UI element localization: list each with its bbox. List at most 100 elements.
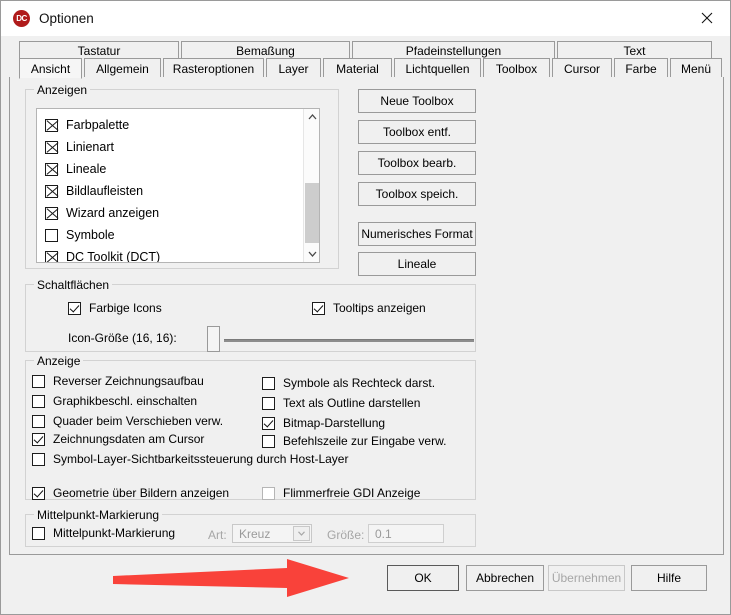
checkbox-geometrie-ueber-bildern[interactable] [32,487,45,500]
button-label: Abbrechen [476,571,534,585]
list-item-label: Linienart [66,140,114,154]
tab-menue[interactable]: Menü [670,58,722,78]
tab-ansicht[interactable]: Ansicht [19,58,82,79]
checkbox-row-zeichnungsdaten-cursor[interactable]: Zeichnungsdaten am Cursor [32,432,204,446]
tab-toolbox[interactable]: Toolbox [483,58,550,78]
tab-farbe[interactable]: Farbe [614,58,668,78]
list-item[interactable]: Lineale [37,158,319,180]
checkbox-symbole-als-rechteck[interactable] [262,377,275,390]
checkbox-row-mittelpunkt-markierung[interactable]: Mittelpunkt-Markierung [32,526,175,540]
chevron-down-icon[interactable] [293,526,310,541]
checkbox-row-symbol-layer-sichtbarkeit[interactable]: Symbol-Layer-Sichtbarkeitssteuerung durc… [32,452,348,466]
checkbox-farbpalette[interactable] [45,119,58,132]
icon-size-label-text: Icon-Größe (16, 16): [68,331,177,345]
listbox-scrollbar[interactable] [303,109,319,262]
checkbox-linienart[interactable] [45,141,58,154]
numerisches-format-button[interactable]: Numerisches Format [358,222,476,246]
checkbox-quader-beim-verschieben[interactable] [32,415,45,428]
groesse-input[interactable]: 0.1 [368,524,444,543]
list-item-label: Farbpalette [66,118,129,132]
toolbox-bearbeiten-button[interactable]: Toolbox bearb. [358,151,476,175]
list-item[interactable]: Farbpalette [37,114,319,136]
checkbox-graphikbeschl-einschalten[interactable] [32,395,45,408]
tab-cursor[interactable]: Cursor [552,58,612,78]
button-label: Toolbox bearb. [378,156,457,170]
icon-size-slider-track[interactable] [224,339,474,342]
checkbox-reverser-zeichnungsaufbau[interactable] [32,375,45,388]
checkbox-row-tooltips[interactable]: Tooltips anzeigen [312,301,426,315]
lineale-button[interactable]: Lineale [358,252,476,276]
checkbox-row-flimmerfreie-gdi[interactable]: Flimmerfreie GDI Anzeige [262,486,420,500]
checkbox-bitmap-darstellung[interactable] [262,417,275,430]
icon-size-slider-thumb[interactable] [207,326,220,352]
group-anzeigen: Anzeigen Farbpalette Linienart Lineale B… [25,89,339,269]
checkbox-row-reverser-zeichnungsaufbau[interactable]: Reverser Zeichnungsaufbau [32,374,204,388]
checkbox-row-text-outline[interactable]: Text als Outline darstellen [262,396,420,410]
checkbox-farbige-icons[interactable] [68,302,81,315]
checkbox-label: Farbige Icons [89,301,162,315]
close-icon[interactable] [684,1,730,35]
checkbox-label: Tooltips anzeigen [333,301,426,315]
neue-toolbox-button[interactable]: Neue Toolbox [358,89,476,113]
checkbox-mittelpunkt-markierung[interactable] [32,527,45,540]
checkbox-bildlaufleisten[interactable] [45,185,58,198]
tab-rasteroptionen[interactable]: Rasteroptionen [163,58,264,78]
checkbox-label: Zeichnungsdaten am Cursor [53,432,204,446]
apply-button: Übernehmen [548,565,625,591]
tab-label: Tastatur [78,44,121,58]
checkbox-flimmerfreie-gdi-anzeige[interactable] [262,487,275,500]
list-item-label: Symbole [66,228,115,242]
tab-label: Cursor [564,62,600,76]
group-title-anzeige: Anzeige [34,354,83,368]
checkbox-row-quader-verschieben[interactable]: Quader beim Verschieben verw. [32,414,223,428]
checkbox-label: Befehlszeile zur Eingabe verw. [283,434,446,448]
toolbox-speichern-button[interactable]: Toolbox speich. [358,182,476,206]
checkbox-befehlszeile-zur-eingabe[interactable] [262,435,275,448]
list-item-label: Bildlaufleisten [66,184,143,198]
button-label: Numerisches Format [361,227,472,241]
chevron-up-icon[interactable] [304,109,320,125]
tab-material[interactable]: Material [323,58,392,78]
red-pointer-arrow [109,557,354,605]
list-item[interactable]: Linienart [37,136,319,158]
checkbox-row-bitmap-darstellung[interactable]: Bitmap-Darstellung [262,416,385,430]
tab-allgemein[interactable]: Allgemein [84,58,161,78]
scrollbar-thumb[interactable] [305,183,319,243]
cancel-button[interactable]: Abbrechen [466,565,544,591]
checkbox-symbol-layer-sichtbarkeitssteuerung[interactable] [32,453,45,466]
tab-label: Pfadeinstellungen [406,44,501,58]
checkbox-row-symbole-rechteck[interactable]: Symbole als Rechteck darst. [262,376,435,390]
chevron-down-icon[interactable] [304,246,320,262]
checkbox-zeichnungsdaten-am-cursor[interactable] [32,433,45,446]
tab-label: Menü [681,62,711,76]
tab-strip: Tastatur Bemaßung Pfadeinstellungen Text… [9,41,724,76]
checkbox-text-als-outline[interactable] [262,397,275,410]
checkbox-label: Symbol-Layer-Sichtbarkeitssteuerung durc… [53,452,348,466]
ok-button[interactable]: OK [387,565,459,591]
checkbox-label: Reverser Zeichnungsaufbau [53,374,204,388]
checkbox-dc-toolkit[interactable] [45,251,58,264]
tab-label: Material [336,62,379,76]
list-item[interactable]: Wizard anzeigen [37,202,319,224]
toolbox-entfernen-button[interactable]: Toolbox entf. [358,120,476,144]
tab-lichtquellen[interactable]: Lichtquellen [394,58,481,78]
options-dialog-window: DC Optionen Tastatur Bemaßung Pfadeinste… [0,0,731,615]
tab-layer[interactable]: Layer [266,58,321,78]
anzeigen-listbox[interactable]: Farbpalette Linienart Lineale Bildlaufle… [36,108,320,263]
art-combobox[interactable]: Kreuz [232,524,312,543]
checkbox-row-geometrie-ueber-bildern[interactable]: Geometrie über Bildern anzeigen [32,486,229,500]
dc-app-icon: DC [13,10,30,27]
button-label: Hilfe [657,571,681,585]
help-button[interactable]: Hilfe [631,565,707,591]
list-item-label: Wizard anzeigen [66,206,159,220]
checkbox-lineale[interactable] [45,163,58,176]
checkbox-symbole[interactable] [45,229,58,242]
list-item[interactable]: Symbole [37,224,319,246]
list-item[interactable]: Bildlaufleisten [37,180,319,202]
checkbox-row-befehlszeile-eingabe[interactable]: Befehlszeile zur Eingabe verw. [262,434,446,448]
list-item[interactable]: DC Toolkit (DCT) [37,246,319,263]
checkbox-row-farbige-icons[interactable]: Farbige Icons [68,301,162,315]
checkbox-wizard-anzeigen[interactable] [45,207,58,220]
checkbox-row-graphikbeschl[interactable]: Graphikbeschl. einschalten [32,394,197,408]
checkbox-tooltips-anzeigen[interactable] [312,302,325,315]
